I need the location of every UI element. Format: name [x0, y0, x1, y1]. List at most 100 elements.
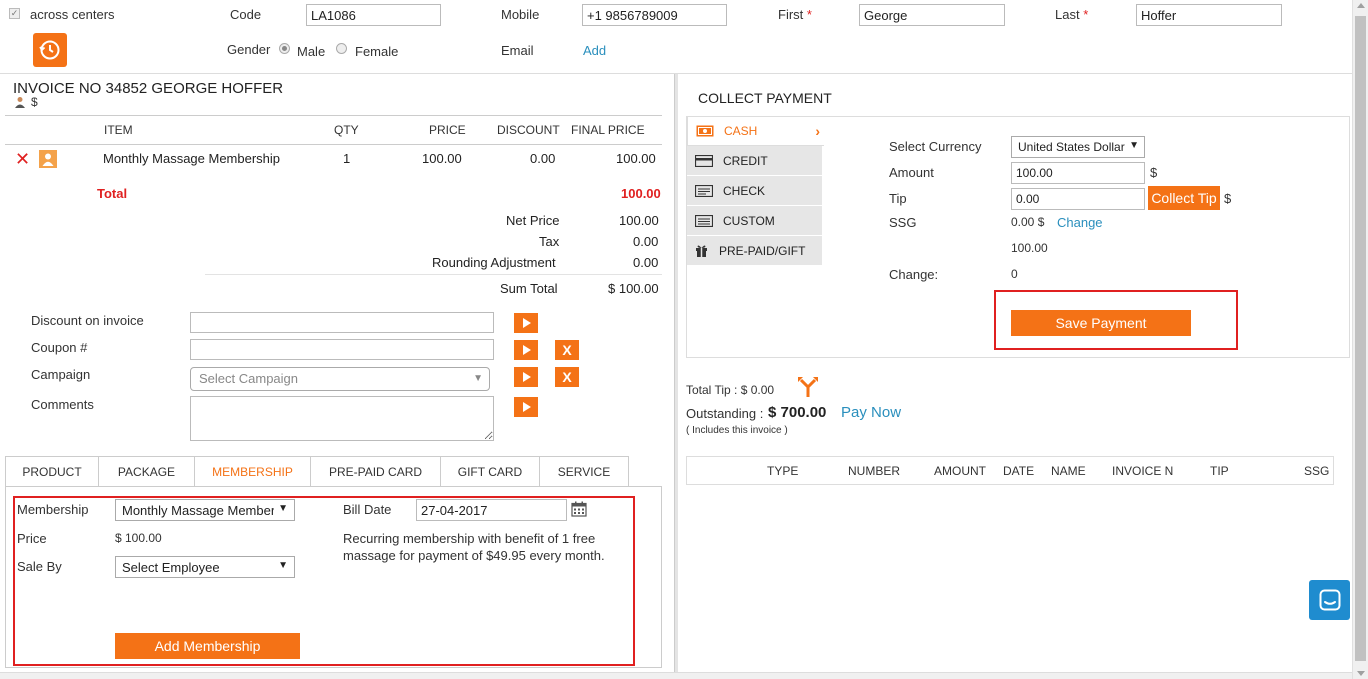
rounding-label: Rounding Adjustment: [432, 255, 556, 270]
ssg-total: 100.00: [1011, 241, 1048, 255]
discount-field[interactable]: [190, 312, 494, 333]
last-name-label: Last *: [1055, 7, 1089, 22]
tab-gift-card[interactable]: GIFT CARD: [440, 456, 540, 486]
total-label: Total: [97, 186, 128, 201]
person-icon: [14, 96, 26, 111]
net-price-label: Net Price: [506, 213, 560, 228]
amount-field[interactable]: [1011, 162, 1145, 184]
invoice-table-header-top: [5, 115, 662, 116]
total-value: 100.00: [621, 186, 661, 201]
email-add-link[interactable]: Add: [583, 43, 606, 58]
tab-package[interactable]: PACKAGE: [98, 456, 195, 486]
ssg-label: SSG: [889, 215, 917, 230]
tab-product[interactable]: PRODUCT: [5, 456, 99, 486]
row-item: Monthly Massage Membership: [103, 151, 281, 166]
across-centers-checkbox[interactable]: ✓: [9, 8, 20, 19]
clear-coupon-button[interactable]: X: [555, 340, 579, 360]
code-label: Code: [230, 7, 262, 22]
col-item: ITEM: [104, 123, 133, 137]
custom-icon: [695, 214, 715, 227]
row-final: 100.00: [616, 151, 656, 166]
gender-label: Gender: [227, 42, 271, 57]
outstanding-value: $ 700.00: [768, 404, 827, 421]
campaign-select[interactable]: Select Campaign ▼: [190, 367, 490, 391]
col-discount: DISCOUNT: [497, 123, 560, 137]
tip-field[interactable]: [1011, 188, 1145, 210]
invoice-title: INVOICE NO 34852 GEORGE HOFFER: [13, 80, 284, 97]
scroll-thumb[interactable]: [1355, 16, 1366, 661]
change-label: Change:: [889, 267, 939, 282]
payment-method-cash[interactable]: CASH ›: [687, 116, 824, 146]
male-radio[interactable]: [279, 43, 290, 54]
ssg-change-link[interactable]: Change: [1057, 215, 1103, 230]
payment-method-credit[interactable]: CREDIT: [687, 146, 822, 176]
email-label: Email: [501, 43, 534, 58]
scroll-up-arrow-icon[interactable]: [1357, 3, 1365, 8]
mobile-label: Mobile: [501, 7, 540, 22]
tip-label: Tip: [889, 191, 907, 206]
apply-comments-button[interactable]: [514, 397, 538, 417]
history-icon[interactable]: [33, 33, 67, 67]
scroll-down-arrow-icon[interactable]: [1357, 671, 1365, 676]
pay-now-link[interactable]: Pay Now: [841, 404, 901, 421]
col-price: PRICE: [429, 123, 466, 137]
apply-campaign-button[interactable]: [514, 367, 538, 387]
price-value: $ 100.00: [115, 531, 162, 545]
clear-campaign-button[interactable]: X: [555, 367, 579, 387]
chat-widget-button[interactable]: [1309, 580, 1350, 620]
panel-divider: [674, 74, 678, 672]
tax-value: 0.00: [633, 234, 659, 249]
bottom-scrollbar-edge: [0, 672, 1352, 679]
collect-payment-title: COLLECT PAYMENT: [698, 90, 832, 106]
currency-label: Select Currency: [889, 139, 982, 154]
tab-prepaid-card[interactable]: PRE-PAID CARD: [310, 456, 441, 486]
membership-select[interactable]: Monthly Massage Membership▼: [115, 499, 295, 521]
membership-description: Recurring membership with benefit of 1 f…: [343, 531, 605, 563]
check-icon: [695, 184, 715, 197]
coupon-field[interactable]: [190, 339, 494, 360]
sum-total-value: $ 100.00: [608, 281, 659, 296]
comments-field[interactable]: [190, 396, 494, 441]
apply-coupon-button[interactable]: [514, 340, 538, 360]
save-payment-button[interactable]: Save Payment: [1011, 310, 1191, 336]
total-tip: Total Tip : $ 0.00: [686, 383, 775, 397]
invoice-table-header-bottom: [5, 144, 662, 145]
calendar-icon[interactable]: [571, 501, 587, 520]
sale-by-label: Sale By: [17, 559, 62, 574]
first-name-field[interactable]: [859, 4, 1005, 26]
tab-membership[interactable]: MEMBERSHIP: [194, 456, 311, 487]
change-value: 0: [1011, 267, 1018, 281]
membership-label: Membership: [17, 502, 89, 517]
chevron-right-icon: ›: [815, 123, 820, 139]
col-qty: QTY: [334, 123, 359, 137]
row-price: 100.00: [422, 151, 462, 166]
first-name-label: First *: [778, 7, 812, 22]
vertical-scrollbar[interactable]: [1352, 0, 1368, 679]
amount-dollar: $: [1150, 165, 1158, 180]
bill-date-field[interactable]: [416, 499, 567, 521]
includes-note: ( Includes this invoice ): [686, 425, 788, 436]
remove-item-icon[interactable]: ✕: [15, 150, 30, 168]
assign-staff-icon[interactable]: [39, 150, 57, 168]
payment-method-prepaid-gift[interactable]: PRE-PAID/GIFT: [687, 236, 822, 266]
membership-highlight-box: [13, 496, 635, 666]
across-centers-label: across centers: [30, 7, 115, 22]
add-membership-button[interactable]: Add Membership: [115, 633, 300, 659]
tab-service[interactable]: SERVICE: [539, 456, 629, 486]
mobile-field[interactable]: [582, 4, 727, 26]
coupon-label: Coupon #: [31, 340, 88, 355]
female-radio[interactable]: [336, 43, 347, 54]
code-field[interactable]: [306, 4, 441, 26]
col-tip: TIP: [1210, 464, 1229, 478]
apply-discount-button[interactable]: [514, 313, 538, 333]
currency-select[interactable]: United States Dollar ▼: [1011, 136, 1145, 158]
sale-by-select[interactable]: Select Employee ▼: [115, 556, 295, 578]
payment-method-check[interactable]: CHECK: [687, 176, 822, 206]
col-name: NAME: [1051, 464, 1086, 478]
split-icon[interactable]: [797, 376, 819, 401]
last-name-field[interactable]: [1136, 4, 1282, 26]
payment-method-custom[interactable]: CUSTOM: [687, 206, 822, 236]
col-final-price: FINAL PRICE: [571, 123, 645, 137]
collect-tip-button[interactable]: Collect Tip: [1148, 186, 1220, 210]
outstanding-label: Outstanding :: [686, 406, 764, 421]
